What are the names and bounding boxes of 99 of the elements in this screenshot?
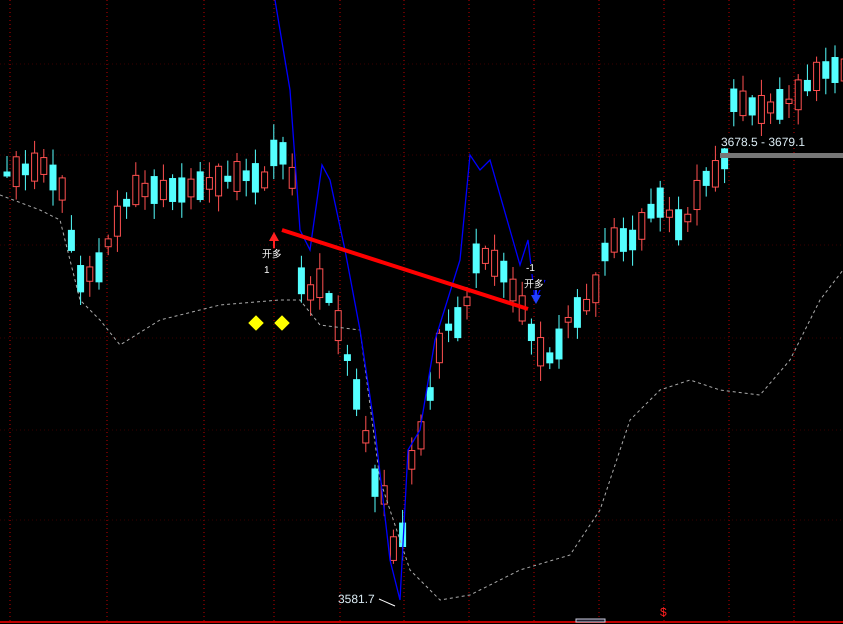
candlestick	[491, 234, 498, 286]
candlestick	[482, 245, 489, 270]
candlestick	[280, 136, 286, 180]
signal-label: 开多	[524, 280, 544, 290]
candlestick	[188, 168, 194, 210]
candlestick	[288, 152, 296, 196]
scroll-marker	[576, 618, 606, 622]
candlestick	[252, 149, 259, 205]
arrow-up-icon	[269, 232, 279, 248]
candlestick	[592, 272, 600, 318]
candlestick	[564, 304, 572, 339]
candlestick	[4, 156, 10, 178]
candlestick	[362, 415, 370, 453]
candlestick	[31, 140, 38, 190]
candlestick	[556, 314, 562, 370]
candlestick	[104, 234, 112, 256]
candlestick	[537, 321, 544, 382]
price-range-label: 3678.5 - 3679.1	[721, 136, 806, 148]
candlestick	[380, 469, 388, 517]
candlestick	[196, 162, 204, 203]
candlestick	[215, 163, 222, 212]
signal-mark: $	[660, 606, 667, 618]
candlestick	[353, 368, 360, 417]
candlestick	[445, 308, 452, 343]
candlestick	[344, 344, 351, 376]
candlestick	[822, 47, 830, 95]
candlestick	[86, 255, 94, 298]
candlestick	[574, 288, 581, 340]
candlestick	[656, 180, 664, 232]
candlestick	[68, 214, 75, 254]
arrow-down-icon	[531, 288, 541, 304]
candlestick	[334, 294, 342, 355]
candlestick	[794, 74, 802, 125]
candlestick	[748, 94, 756, 126]
candlestick	[426, 371, 434, 410]
candlestick	[730, 78, 738, 127]
candlestick	[96, 238, 102, 290]
candlestick	[472, 228, 480, 288]
candlestick	[583, 283, 590, 316]
candlestick	[234, 152, 240, 201]
candlestick	[638, 208, 646, 252]
candlestick	[666, 196, 673, 233]
candlestick	[40, 148, 48, 184]
candlestick	[390, 529, 397, 564]
candlestick	[464, 286, 470, 320]
candlestick	[786, 84, 792, 118]
candlestick	[776, 76, 784, 125]
candlestick	[160, 164, 167, 208]
candlestick	[648, 188, 654, 223]
leader-line	[378, 598, 396, 606]
candlestick	[242, 158, 250, 197]
candlestick	[813, 56, 820, 102]
candlestick	[408, 436, 416, 485]
candlestick	[832, 44, 838, 94]
candlestick	[740, 75, 746, 122]
candlestick	[58, 174, 66, 214]
signal-count: -1	[526, 264, 535, 274]
candlestick	[307, 276, 314, 316]
candlestick	[620, 217, 627, 262]
candlestick	[12, 150, 20, 200]
candlestick	[712, 145, 719, 192]
candlestick	[261, 166, 268, 192]
candlestick	[316, 252, 324, 310]
candlestick	[270, 124, 278, 180]
candlestick	[804, 64, 811, 97]
candlestick	[675, 196, 682, 246]
candlestick	[528, 318, 535, 356]
candlestick	[169, 174, 176, 211]
candlestick	[694, 164, 700, 226]
candlestick	[684, 206, 692, 232]
candlestick	[518, 281, 526, 326]
candlestick	[77, 255, 84, 306]
candlestick	[500, 252, 508, 298]
candlestick	[702, 166, 710, 198]
candlestick	[454, 296, 462, 342]
candlestick	[326, 290, 332, 306]
candlestick	[224, 160, 232, 190]
candlestick	[767, 92, 774, 124]
candlestick	[602, 228, 608, 276]
candlestick	[372, 464, 378, 513]
candlestick	[114, 190, 121, 252]
signal-count: 1	[264, 266, 270, 276]
candlestick	[150, 168, 158, 220]
candlestick	[610, 218, 618, 259]
candlestick	[178, 162, 186, 218]
candlestick	[142, 170, 148, 210]
candlestick	[298, 255, 305, 304]
candlestick	[50, 148, 56, 206]
candlestick	[132, 162, 140, 208]
candlestick	[22, 150, 29, 191]
signal-label: 开多	[262, 250, 282, 260]
candlestick	[418, 414, 424, 456]
candlestick	[436, 328, 443, 380]
candlestick	[206, 162, 213, 204]
candlestick	[546, 346, 554, 370]
low-price-label: 3581.7	[338, 593, 375, 605]
candlestick	[510, 266, 516, 314]
candlestick	[629, 215, 636, 266]
candlestick	[123, 192, 130, 220]
